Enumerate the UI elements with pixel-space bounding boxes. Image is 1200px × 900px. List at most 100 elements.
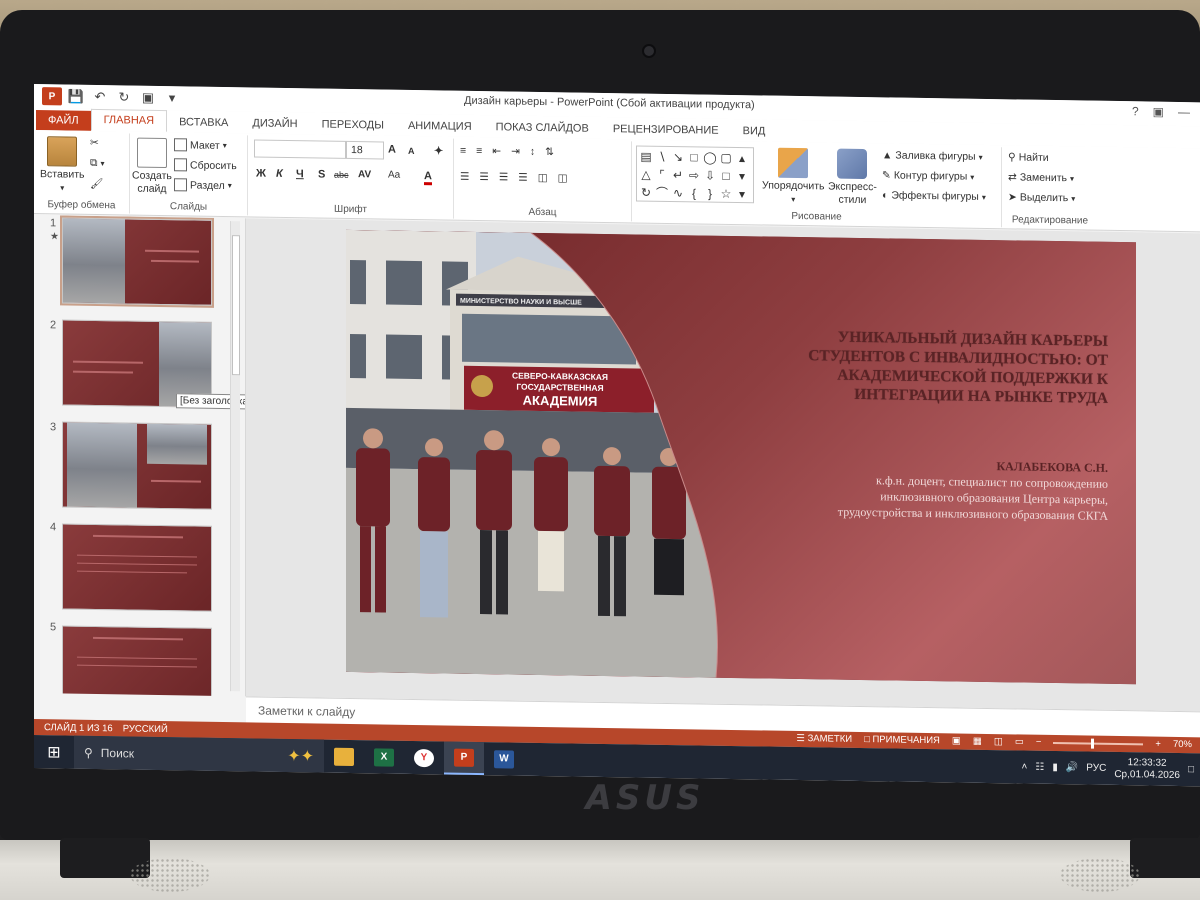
slide-thumbnail-5[interactable] <box>62 625 212 697</box>
numbering-icon[interactable]: ≡ <box>476 145 482 157</box>
text-direction-icon[interactable]: ⇅ <box>545 146 554 158</box>
align-text-icon[interactable]: ◫ <box>558 172 568 184</box>
textbox-shape-icon[interactable]: ▤ <box>638 147 654 165</box>
strikethrough-button[interactable]: abc <box>334 170 349 180</box>
right-arrow-shape-icon[interactable]: ⇨ <box>686 166 702 184</box>
excel-app[interactable]: X <box>364 740 404 774</box>
layout-button[interactable]: Макет ▾ <box>174 138 227 152</box>
save-icon[interactable]: 💾 <box>66 88 86 106</box>
battery-icon[interactable]: ▮ <box>1052 762 1058 773</box>
file-explorer-app[interactable] <box>324 740 364 774</box>
freeform-shape-icon[interactable]: ∿ <box>670 184 686 202</box>
curve-shape-icon[interactable]: ↻ <box>638 183 654 201</box>
scrollbar-thumb[interactable] <box>232 235 240 376</box>
change-case-button[interactable]: Aa <box>388 170 400 181</box>
star-shape-icon[interactable]: ☆ <box>718 185 734 203</box>
arc-shape-icon[interactable]: ⌒ <box>654 184 670 202</box>
new-slide-button[interactable]: Создать слайд <box>132 137 172 197</box>
justify-icon[interactable]: ☰ <box>518 172 527 184</box>
tray-overflow-icon[interactable]: ˄ <box>1022 762 1028 773</box>
arrow-line-shape-icon[interactable]: ↘ <box>670 148 686 166</box>
format-painter-button[interactable]: 🖌 <box>90 177 103 190</box>
notes-toggle-button[interactable]: ☰ ЗАМЕТКИ <box>796 733 852 745</box>
line-shape-icon[interactable]: ∖ <box>654 148 670 166</box>
zoom-in-button[interactable]: + <box>1155 739 1161 750</box>
zoom-slider[interactable] <box>1053 738 1144 749</box>
increase-indent-icon[interactable]: ⇥ <box>511 145 520 157</box>
tab-insert[interactable]: ВСТАВКА <box>167 112 240 133</box>
align-left-icon[interactable]: ☰ <box>460 171 469 183</box>
align-right-icon[interactable]: ☰ <box>499 171 508 183</box>
yandex-browser-app[interactable]: Y <box>404 741 444 775</box>
align-center-icon[interactable]: ☰ <box>479 171 488 183</box>
undo-icon[interactable]: ↶ <box>90 88 110 106</box>
slide-thumbnail-4[interactable] <box>62 523 212 612</box>
notification-icon[interactable]: □ <box>1188 764 1194 775</box>
shape-effects-button[interactable]: ◐ Эффекты фигуры ▾ <box>882 189 986 203</box>
word-app[interactable]: W <box>484 742 524 776</box>
powerpoint-app[interactable]: P <box>444 741 484 776</box>
redo-icon[interactable]: ↻ <box>114 88 134 106</box>
rounded-rect-shape-icon[interactable]: ▢ <box>718 149 734 167</box>
decrease-indent-icon[interactable]: ⇤ <box>492 145 501 157</box>
volume-icon[interactable]: 🔊 <box>1066 762 1078 773</box>
current-slide[interactable]: МИНИСТЕРСТВО НАУКИ И ВЫСШЕ СЕВЕРО-КАВКАЗ… <box>346 229 1136 685</box>
bullets-icon[interactable]: ≡ <box>460 145 466 157</box>
line-spacing-icon[interactable]: ↕ <box>530 146 535 158</box>
tab-home[interactable]: ГЛАВНАЯ <box>90 108 168 133</box>
language-indicator[interactable]: РУССКИЙ <box>123 723 168 735</box>
select-button[interactable]: ➤ Выделить ▾ <box>1008 191 1075 204</box>
normal-view-icon[interactable]: ▣ <box>952 735 961 746</box>
columns-icon[interactable]: ◫ <box>538 172 548 184</box>
replace-button[interactable]: ⇄ Заменить ▾ <box>1008 171 1074 184</box>
system-clock[interactable]: 12:33:32 Ср,01.04.2026 <box>1114 756 1180 781</box>
more-shapes-icon[interactable]: ▾ <box>734 185 750 203</box>
slide-title[interactable]: УНИКАЛЬНЫЙ ДИЗАЙН КАРЬЕРЫ СТУДЕНТОВ С ИН… <box>738 326 1108 408</box>
minimize-button[interactable]: — <box>1178 105 1190 119</box>
thumbnails-scrollbar[interactable] <box>230 221 240 692</box>
reset-button[interactable]: Сбросить <box>174 158 237 172</box>
clear-formatting-icon[interactable]: ✦ <box>434 144 443 157</box>
start-slideshow-icon[interactable]: ▣ <box>138 89 158 107</box>
font-color-button[interactable]: A <box>424 170 432 186</box>
tab-design[interactable]: ДИЗАЙН <box>240 113 309 134</box>
oval-shape-icon[interactable]: ◯ <box>702 148 718 166</box>
quick-styles-button[interactable]: Экспресс- стили <box>828 148 877 207</box>
tab-animations[interactable]: АНИМАЦИЯ <box>396 116 484 137</box>
network-icon[interactable]: ☷ <box>1035 762 1044 773</box>
slide-thumbnail-1[interactable] <box>60 215 214 308</box>
triangle-shape-icon[interactable]: △ <box>638 165 654 183</box>
scroll-down-icon[interactable]: ▾ <box>734 167 750 185</box>
tab-transitions[interactable]: ПЕРЕХОДЫ <box>310 114 396 135</box>
rectangle-shape-icon[interactable]: □ <box>686 148 702 166</box>
ribbon-display-button[interactable]: ▣ <box>1153 105 1164 119</box>
brace-right-shape-icon[interactable]: } <box>702 184 718 202</box>
grow-font-button[interactable]: A <box>388 144 396 156</box>
comments-toggle-button[interactable]: □ ПРИМЕЧАНИЯ <box>864 734 940 746</box>
elbow-connector-icon[interactable]: ⌜ <box>654 166 670 184</box>
shadow-button[interactable]: S <box>318 168 325 180</box>
help-button[interactable]: ? <box>1132 104 1139 118</box>
tab-slideshow[interactable]: ПОКАЗ СЛАЙДОВ <box>484 117 601 139</box>
zoom-slider-knob[interactable] <box>1090 738 1094 749</box>
windows-start-icon[interactable]: ⊞ <box>34 735 74 769</box>
customize-qat-icon[interactable]: ▾ <box>162 89 182 107</box>
connector-shape-icon[interactable]: ↵ <box>670 166 686 184</box>
copy-button[interactable]: ⧉ ▾ <box>90 157 105 170</box>
slide-author-block[interactable]: КАЛАБЕКОВА С.Н. к.ф.н. доцент, специалис… <box>738 454 1108 524</box>
font-size-combobox[interactable]: 18 <box>346 140 384 160</box>
shape-outline-button[interactable]: ✎ Контур фигуры ▾ <box>882 169 974 182</box>
zoom-out-button[interactable]: − <box>1036 737 1042 748</box>
shrink-font-button[interactable]: A <box>408 146 415 156</box>
underline-button[interactable]: Ч <box>296 168 304 180</box>
char-spacing-button[interactable]: AV <box>358 169 371 180</box>
reading-view-icon[interactable]: ◫ <box>994 736 1003 747</box>
tab-file[interactable]: ФАЙЛ <box>36 110 91 131</box>
paste-button[interactable]: Вставить ▾ <box>40 136 85 195</box>
cut-button[interactable]: ✂ <box>90 137 99 149</box>
font-name-combobox[interactable] <box>254 139 346 159</box>
zoom-level[interactable]: 70% <box>1173 739 1192 750</box>
bold-button[interactable]: Ж <box>256 167 266 179</box>
find-button[interactable]: ⚲ Найти <box>1008 151 1049 164</box>
taskbar-search-box[interactable]: ⚲ Поиск ✦✦ <box>74 735 324 773</box>
